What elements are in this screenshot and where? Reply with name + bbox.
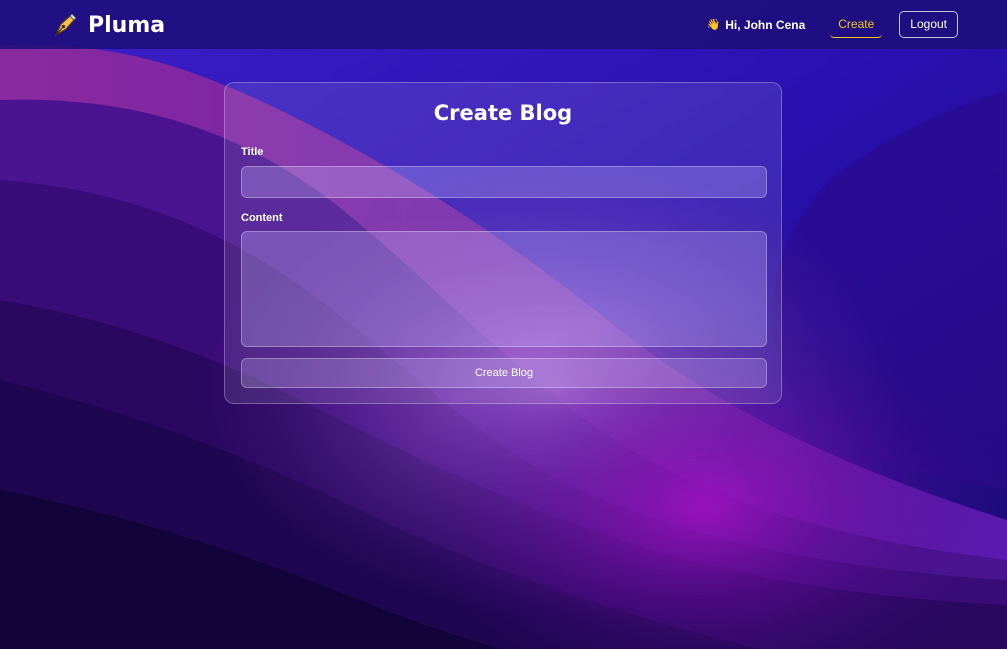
top-navbar: Pluma 👋 Hi, John Cena Create Logout <box>0 0 1007 49</box>
greeting-text: Hi, John Cena <box>725 17 806 32</box>
content-textarea[interactable] <box>241 231 767 347</box>
logout-button[interactable]: Logout <box>899 11 958 38</box>
title-input[interactable] <box>241 166 767 198</box>
create-nav-link[interactable]: Create <box>830 11 883 38</box>
form-heading: Create Blog <box>433 101 573 125</box>
user-greeting: 👋 Hi, John Cena <box>707 18 806 32</box>
brand-name: Pluma <box>88 12 166 38</box>
waving-hand-icon: 👋 <box>706 19 721 31</box>
title-label: Title <box>241 146 264 158</box>
nav-actions: 👋 Hi, John Cena Create Logout <box>707 11 958 38</box>
create-blog-button[interactable]: Create Blog <box>241 358 767 388</box>
fountain-pen-icon <box>54 13 77 37</box>
brand[interactable]: Pluma <box>52 11 165 39</box>
content-label: Content <box>241 212 283 224</box>
create-blog-form: Create Blog Title Content Create Blog <box>224 82 782 404</box>
